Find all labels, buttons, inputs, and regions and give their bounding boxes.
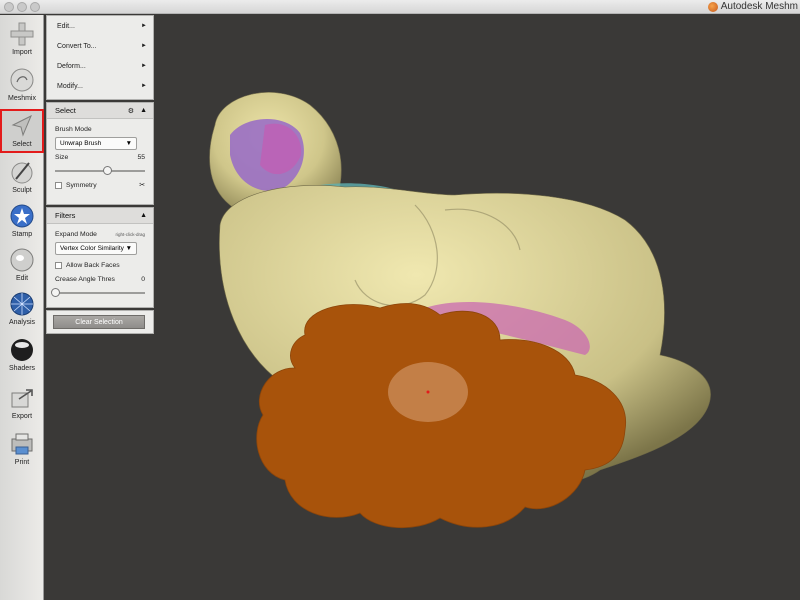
tool-shaders[interactable]: Shaders — [0, 333, 44, 377]
submenu-arrow-icon: ► — [141, 83, 147, 89]
printer-icon — [11, 433, 33, 455]
operations-menu: Edit... ► Convert To... ► Deform... ► Modif… — [46, 15, 154, 100]
side-panel: Edit... ► Convert To... ► Deform... ► Modif… — [46, 15, 154, 334]
brush-sphere-icon — [11, 162, 33, 184]
crease-angle-slider-thumb[interactable] — [51, 288, 60, 297]
settings-gear-icon[interactable]: ⚙ — [128, 107, 134, 115]
sphere-icon — [10, 68, 34, 92]
expand-mode-row: Expand Mode right-click-drag — [55, 230, 145, 238]
brush-center-icon — [426, 390, 430, 394]
tool-import[interactable]: Import — [0, 17, 44, 61]
export-arrow-icon — [11, 389, 33, 408]
tool-meshmix[interactable]: Meshmix — [0, 63, 44, 107]
close-window-button[interactable] — [4, 2, 14, 12]
crease-angle-slider[interactable] — [51, 288, 145, 298]
size-slider[interactable] — [55, 166, 145, 176]
crease-angle-row: Crease Angle Thres 0 — [55, 275, 145, 283]
tool-analysis[interactable]: Analysis — [0, 287, 44, 331]
menu-item-deform[interactable]: Deform... ► — [47, 56, 153, 76]
symmetry-tool-icon[interactable]: ✂ — [139, 181, 145, 189]
3d-viewport[interactable] — [45, 15, 800, 600]
collapse-arrow-icon[interactable]: ▲ — [140, 212, 147, 219]
select-panel: Select ⚙ ▲ Brush Mode Unwrap Brush ▼ Siz… — [46, 102, 154, 205]
expand-mode-dropdown[interactable]: Vertex Color Similarity ▼ — [55, 242, 137, 255]
allow-back-faces-row: Allow Back Faces — [47, 258, 153, 272]
submenu-arrow-icon: ► — [141, 23, 147, 29]
tool-stamp[interactable]: Stamp — [0, 199, 44, 243]
size-row: Size 55 — [55, 153, 145, 161]
meshmixer-window: Autodesk Meshm Import Meshmix Select Scu… — [0, 0, 800, 600]
shaded-sphere-icon — [11, 339, 33, 361]
menu-item-convert-to[interactable]: Convert To... ► — [47, 36, 153, 56]
collapse-arrow-icon[interactable]: ▲ — [140, 107, 147, 114]
filters-panel-header: Filters ▲ — [47, 208, 153, 224]
allow-back-faces-checkbox[interactable] — [55, 261, 62, 269]
minimize-window-button[interactable] — [17, 2, 27, 12]
main-toolbar: Import Meshmix Select Sculpt Stamp Edit … — [0, 15, 44, 600]
title-bar: Autodesk Meshm — [0, 0, 800, 14]
size-slider-thumb[interactable] — [103, 166, 113, 175]
edit-sphere-icon — [10, 248, 34, 272]
dropdown-arrow-icon: ▼ — [125, 140, 132, 147]
brush-mode-dropdown[interactable]: Unwrap Brush ▼ — [55, 137, 137, 150]
clear-selection-button[interactable]: Clear Selection — [53, 315, 145, 329]
submenu-arrow-icon: ► — [141, 43, 147, 49]
symmetry-row: Symmetry ✂ — [47, 178, 153, 192]
menu-item-edit[interactable]: Edit... ► — [47, 16, 153, 36]
window-title: Autodesk Meshm — [707, 1, 798, 12]
submenu-arrow-icon: ► — [141, 63, 147, 69]
tool-sculpt[interactable]: Sculpt — [0, 155, 44, 199]
menu-item-modify[interactable]: Modify... ► — [47, 76, 153, 96]
tool-print[interactable]: Print — [0, 427, 44, 471]
plus-icon — [10, 22, 34, 46]
clear-selection-area: Clear Selection — [46, 310, 154, 334]
arrow-pointer-icon — [11, 114, 32, 137]
stamp-sphere-icon — [10, 204, 34, 228]
tool-export[interactable]: Export — [0, 381, 44, 425]
zoom-window-button[interactable] — [30, 2, 40, 12]
tool-edit[interactable]: Edit — [0, 243, 44, 287]
filters-panel: Filters ▲ Expand Mode right-click-drag V… — [46, 207, 154, 308]
brush-mode-row: Brush Mode — [55, 125, 92, 133]
mesh-sphere-icon — [10, 292, 34, 316]
dropdown-arrow-icon: ▼ — [125, 245, 132, 252]
autodesk-logo-icon — [707, 1, 718, 12]
select-panel-header: Select ⚙ ▲ — [47, 103, 153, 119]
symmetry-checkbox[interactable] — [55, 181, 62, 189]
tool-select[interactable]: Select — [0, 109, 44, 153]
